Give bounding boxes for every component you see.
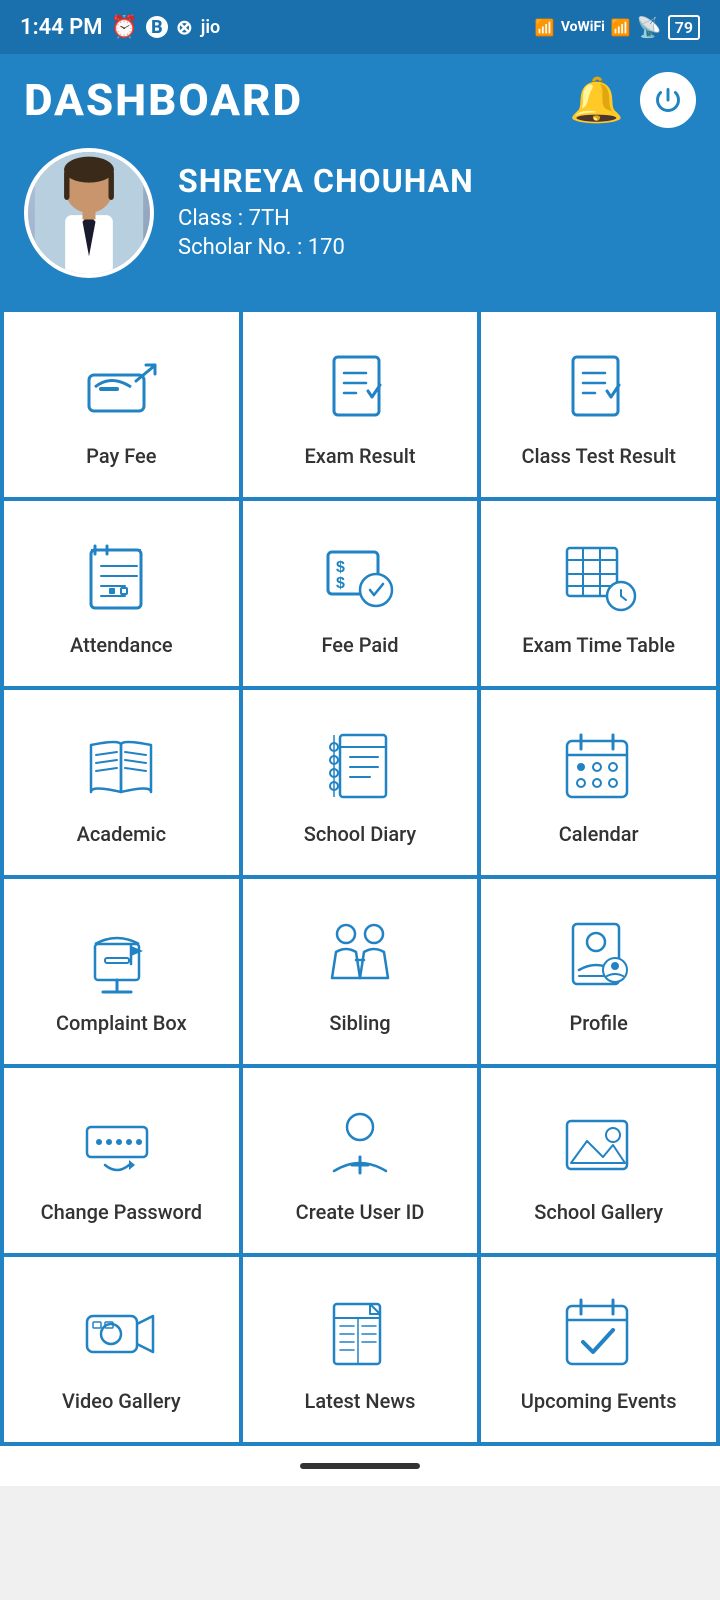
- fee-paid-label: Fee Paid: [321, 632, 398, 658]
- jio-label: jio: [201, 17, 220, 38]
- grid-item-create-user-id[interactable]: Create User ID: [243, 1068, 478, 1253]
- upcoming-events-label: Upcoming Events: [521, 1388, 677, 1414]
- calendar-icon: [559, 727, 639, 807]
- complaint-box-icon: [81, 916, 161, 996]
- status-right: 📶 VoWiFi 📶 📡 79: [535, 15, 700, 40]
- grid-item-complaint-box[interactable]: Complaint Box: [4, 879, 239, 1064]
- latest-news-label: Latest News: [305, 1388, 416, 1414]
- status-bar: 1:44 PM ⏰ B ⊗ jio 📶 VoWiFi 📶 📡 79: [0, 0, 720, 54]
- school-gallery-icon: [559, 1105, 639, 1185]
- page-title: DASHBOARD: [24, 74, 303, 126]
- avatar-image: [24, 148, 154, 278]
- class-test-result-icon: [559, 349, 639, 429]
- notification-bell-icon[interactable]: 🔔: [569, 74, 624, 126]
- academic-icon: [81, 727, 161, 807]
- latest-news-icon: [320, 1294, 400, 1374]
- profile-info: SHREYA CHOUHAN Class : 7TH Scholar No. :…: [178, 162, 474, 264]
- signal2-icon: 📶: [611, 18, 631, 37]
- grid-item-calendar[interactable]: Calendar: [481, 690, 716, 875]
- grid-item-pay-fee[interactable]: Pay Fee: [4, 312, 239, 497]
- grid-item-class-test-result[interactable]: Class Test Result: [481, 312, 716, 497]
- attendance-icon: [81, 538, 161, 618]
- grid-item-change-password[interactable]: Change Password: [4, 1068, 239, 1253]
- grid-item-academic[interactable]: Academic: [4, 690, 239, 875]
- complaint-box-label: Complaint Box: [56, 1010, 187, 1036]
- exam-time-table-label: Exam Time Table: [522, 632, 675, 658]
- header: DASHBOARD 🔔: [0, 54, 720, 308]
- pay-fee-label: Pay Fee: [86, 443, 156, 469]
- video-gallery-icon: [81, 1294, 161, 1374]
- class-test-result-label: Class Test Result: [521, 443, 675, 469]
- sibling-icon: [320, 916, 400, 996]
- grid-item-attendance[interactable]: Attendance: [4, 501, 239, 686]
- academic-label: Academic: [77, 821, 166, 847]
- calendar-label: Calendar: [559, 821, 639, 847]
- sibling-label: Sibling: [329, 1010, 390, 1036]
- svg-text:$: $: [336, 575, 345, 592]
- pay-fee-icon: [81, 349, 161, 429]
- exam-result-label: Exam Result: [304, 443, 415, 469]
- bottom-bar: [0, 1446, 720, 1486]
- dashboard-grid: Pay Fee Exam Result Class Test Res: [0, 308, 720, 1446]
- grid-item-upcoming-events[interactable]: Upcoming Events: [481, 1257, 716, 1442]
- signal-icon: 📶: [535, 18, 555, 37]
- alarm-icon: ⏰: [111, 15, 138, 40]
- b-icon: B: [146, 16, 168, 38]
- school-diary-label: School Diary: [304, 821, 416, 847]
- profile-class: Class : 7TH: [178, 206, 474, 231]
- avatar: [24, 148, 154, 278]
- grid-item-exam-result[interactable]: Exam Result: [243, 312, 478, 497]
- time-display: 1:44 PM: [20, 15, 103, 40]
- attendance-label: Attendance: [70, 632, 173, 658]
- grid-item-exam-time-table[interactable]: Exam Time Table: [481, 501, 716, 686]
- header-top: DASHBOARD 🔔: [24, 72, 696, 128]
- fee-paid-icon: $ $: [320, 538, 400, 618]
- grid-item-school-gallery[interactable]: School Gallery: [481, 1068, 716, 1253]
- profile-label: Profile: [569, 1010, 627, 1036]
- profile-name: SHREYA CHOUHAN: [178, 162, 474, 200]
- school-diary-icon: [320, 727, 400, 807]
- grid-item-fee-paid[interactable]: $ $ Fee Paid: [243, 501, 478, 686]
- home-indicator: [300, 1463, 420, 1469]
- upcoming-events-icon: [559, 1294, 639, 1374]
- grid-item-school-diary[interactable]: School Diary: [243, 690, 478, 875]
- grid-item-video-gallery[interactable]: Video Gallery: [4, 1257, 239, 1442]
- power-button[interactable]: [640, 72, 696, 128]
- grid-item-latest-news[interactable]: Latest News: [243, 1257, 478, 1442]
- profile-scholar: Scholar No. : 170: [178, 235, 474, 260]
- exam-timetable-icon: [559, 538, 639, 618]
- vowifi-label: VoWiFi: [561, 19, 605, 35]
- change-password-label: Change Password: [41, 1199, 202, 1225]
- extra-icon: ⊗: [176, 15, 193, 39]
- status-left: 1:44 PM ⏰ B ⊗ jio: [20, 15, 220, 40]
- change-password-icon: [81, 1105, 161, 1185]
- wifi-icon: 📡: [637, 15, 662, 39]
- create-user-id-label: Create User ID: [296, 1199, 425, 1225]
- header-actions: 🔔: [569, 72, 696, 128]
- battery-display: 79: [668, 15, 700, 40]
- grid-item-sibling[interactable]: Sibling: [243, 879, 478, 1064]
- profile-icon: [559, 916, 639, 996]
- profile-section: SHREYA CHOUHAN Class : 7TH Scholar No. :…: [24, 148, 696, 278]
- school-gallery-label: School Gallery: [534, 1199, 663, 1225]
- exam-result-icon: [320, 349, 400, 429]
- svg-text:$: $: [336, 559, 345, 576]
- create-user-id-icon: [320, 1105, 400, 1185]
- video-gallery-label: Video Gallery: [62, 1388, 181, 1414]
- grid-item-profile[interactable]: Profile: [481, 879, 716, 1064]
